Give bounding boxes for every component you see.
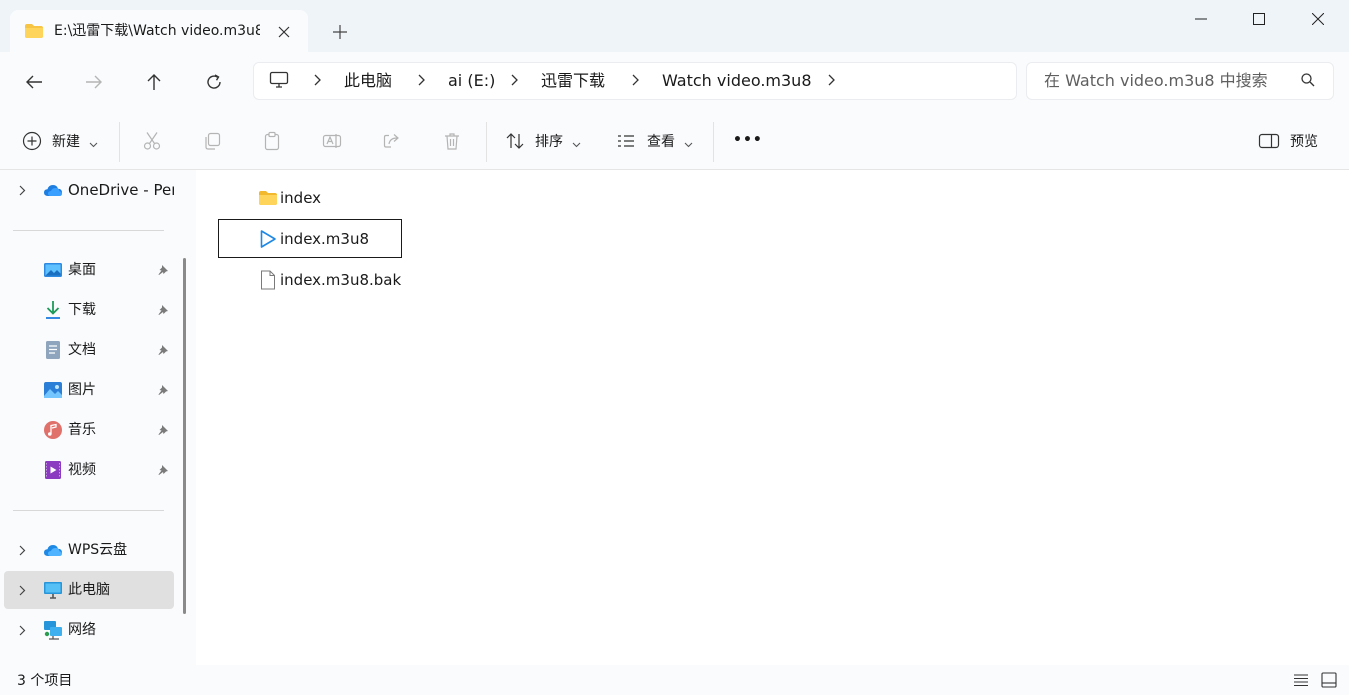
toolbar-divider <box>486 122 487 162</box>
sidebar-item-network[interactable]: 网络 <box>68 621 96 639</box>
file-item-index[interactable]: index <box>280 189 321 207</box>
close-tab-icon[interactable] <box>274 22 294 42</box>
cut-icon[interactable] <box>141 130 163 152</box>
folder-icon <box>24 23 44 43</box>
forward-arrow-icon[interactable] <box>80 68 108 96</box>
sidebar-item-thispc[interactable]: 此电脑 <box>68 581 110 599</box>
active-tab[interactable]: E:\迅雷下载\Watch video.m3u8 <box>10 10 308 52</box>
sidebar-item-pictures[interactable]: 图片 <box>68 381 96 399</box>
desktop-icon <box>43 260 63 280</box>
up-arrow-icon[interactable] <box>140 68 168 96</box>
toolbar-divider <box>713 122 714 162</box>
chevron-right-icon[interactable] <box>415 70 429 90</box>
chevron-down-icon[interactable] <box>572 136 581 152</box>
close-window-icon[interactable] <box>1295 8 1341 30</box>
pin-icon[interactable] <box>156 463 170 477</box>
search-icon[interactable] <box>1300 72 1316 92</box>
breadcrumb-folder[interactable]: 迅雷下载 <box>541 72 605 90</box>
view-button[interactable]: 查看 <box>647 133 675 151</box>
breadcrumb-thispc[interactable]: 此电脑 <box>344 72 392 90</box>
this-pc-icon <box>43 580 63 600</box>
music-icon <box>43 420 63 440</box>
sidebar-item-downloads[interactable]: 下载 <box>68 301 96 319</box>
download-icon <box>43 300 63 320</box>
view-list-icon[interactable] <box>615 130 637 152</box>
network-icon <box>43 620 63 640</box>
chevron-right-icon[interactable] <box>311 70 325 90</box>
file-item-index-bak[interactable]: index.m3u8.bak <box>280 271 401 289</box>
chevron-right-icon[interactable] <box>629 70 643 90</box>
pin-icon[interactable] <box>156 303 170 317</box>
file-icon <box>258 269 278 291</box>
document-icon <box>43 340 63 360</box>
tiles-view-icon[interactable] <box>1321 672 1337 692</box>
pin-icon[interactable] <box>156 343 170 357</box>
sidebar-item-videos[interactable]: 视频 <box>68 461 96 479</box>
pin-icon[interactable] <box>156 383 170 397</box>
status-bar <box>0 665 1349 695</box>
expand-chevron-icon[interactable] <box>15 183 29 197</box>
sidebar-item-documents[interactable]: 文档 <box>68 341 96 359</box>
delete-icon[interactable] <box>441 130 463 152</box>
pin-icon[interactable] <box>156 263 170 277</box>
more-options-button[interactable]: ••• <box>733 131 763 149</box>
share-icon[interactable] <box>381 130 403 152</box>
pictures-icon <box>43 380 63 400</box>
file-item-index-m3u8[interactable]: index.m3u8 <box>280 230 369 248</box>
new-button[interactable]: 新建 <box>52 133 80 151</box>
sort-button[interactable]: 排序 <box>535 133 563 151</box>
expand-chevron-icon[interactable] <box>15 543 29 557</box>
rename-icon[interactable] <box>321 130 343 152</box>
breadcrumb-drive[interactable]: ai (E:) <box>448 72 495 90</box>
folder-icon <box>258 187 278 209</box>
chevron-right-icon[interactable] <box>825 70 839 90</box>
copy-icon[interactable] <box>201 130 223 152</box>
sort-icon[interactable] <box>504 130 526 152</box>
chevron-right-icon[interactable] <box>508 70 522 90</box>
preview-button[interactable]: 预览 <box>1290 133 1318 151</box>
expand-chevron-icon[interactable] <box>15 623 29 637</box>
details-view-icon[interactable] <box>1293 672 1309 692</box>
sidebar-item-music[interactable]: 音乐 <box>68 421 96 439</box>
minimize-icon[interactable] <box>1178 8 1224 30</box>
onedrive-icon <box>43 180 63 200</box>
sidebar-item-wps[interactable]: WPS云盘 <box>68 541 127 559</box>
maximize-icon[interactable] <box>1236 8 1282 30</box>
item-count: 3 个项目 <box>17 673 73 689</box>
chevron-down-icon[interactable] <box>89 136 98 152</box>
back-arrow-icon[interactable] <box>20 68 48 96</box>
monitor-icon <box>269 70 289 94</box>
chevron-down-icon[interactable] <box>684 136 693 152</box>
breadcrumb-current[interactable]: Watch video.m3u8 <box>662 72 812 90</box>
sidebar-item-onedrive[interactable]: OneDrive - Per <box>68 181 174 199</box>
new-plus-icon[interactable] <box>21 130 43 152</box>
wps-cloud-icon <box>43 540 63 560</box>
toolbar-divider <box>119 122 120 162</box>
sidebar-item-desktop[interactable]: 桌面 <box>68 261 96 279</box>
sidebar-scrollbar[interactable] <box>183 258 186 614</box>
media-play-icon <box>258 228 278 250</box>
videos-icon <box>43 460 63 480</box>
pin-icon[interactable] <box>156 423 170 437</box>
search-placeholder: 在 Watch video.m3u8 中搜索 <box>1044 71 1268 90</box>
sidebar-divider <box>13 230 164 231</box>
tab-title: E:\迅雷下载\Watch video.m3u8 <box>54 23 260 39</box>
refresh-icon[interactable] <box>200 68 228 96</box>
expand-chevron-icon[interactable] <box>15 583 29 597</box>
preview-pane-icon[interactable] <box>1258 130 1280 152</box>
sidebar-divider <box>13 510 164 511</box>
paste-icon[interactable] <box>261 130 283 152</box>
new-tab-button[interactable] <box>326 20 354 44</box>
